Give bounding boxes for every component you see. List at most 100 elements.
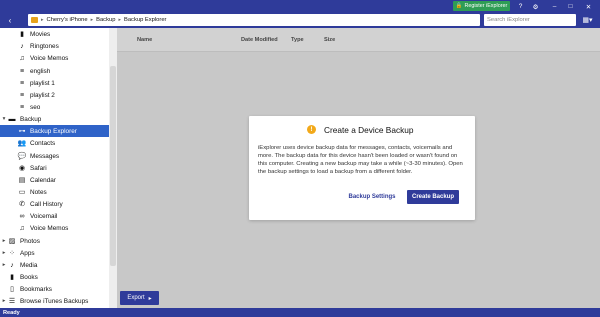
sidebar-item-voice-memos-backup[interactable]: ♫ Voice Memos — [0, 222, 109, 234]
sidebar-item-contacts[interactable]: 👥 Contacts — [0, 137, 109, 149]
chevron-right-icon: ▸ — [41, 17, 44, 23]
dialog-body: iExplorer uses device backup data for me… — [258, 145, 463, 175]
media-icon: ♪ — [10, 261, 14, 269]
notes-icon: ▭ — [18, 189, 26, 196]
chevron-right-icon: ▸ — [90, 17, 94, 23]
sidebar-item-seo[interactable]: ≡ seo — [0, 101, 109, 113]
chevron-right-icon[interactable]: ▸ — [1, 298, 7, 304]
sidebar-item-label: Voice Memos — [30, 54, 69, 62]
phone-icon: ✆ — [19, 201, 25, 208]
sidebar-item-call-history[interactable]: ✆ Call History — [0, 198, 109, 210]
sidebar-item-label: Contacts — [30, 139, 56, 147]
sidebar-item-calendar[interactable]: ▤ Calendar — [0, 174, 109, 186]
maximize-icon[interactable]: □ — [566, 2, 575, 11]
safari-icon: ◉ — [18, 165, 26, 172]
chevron-right-icon[interactable]: ▸ — [1, 238, 7, 244]
sidebar-item-bookmarks[interactable]: ▯ Bookmarks — [0, 283, 109, 295]
sidebar-item-label: Media — [20, 261, 38, 269]
breadcrumb-device[interactable]: Cherry's iPhone — [47, 17, 88, 23]
view-grid-icon[interactable]: ▦▾ — [579, 14, 596, 26]
chevron-down-icon[interactable]: ▾ — [1, 116, 7, 122]
sidebar-item-label: Backup — [20, 115, 42, 123]
playlist-icon: ≡ — [19, 79, 25, 87]
sidebar-item-backup-explorer[interactable]: ⊶ Backup Explorer — [0, 125, 109, 137]
sidebar-item-backup[interactable]: ▾ ▬ Backup — [0, 113, 109, 125]
sidebar-item-voicemail[interactable]: ∞ Voicemail — [0, 210, 109, 222]
playlist-icon: ≡ — [19, 67, 25, 75]
chevron-right-icon: ▸ — [118, 17, 121, 23]
column-header-size[interactable]: Size — [324, 37, 335, 43]
sidebar-item-photos[interactable]: ▸ ▨ Photos — [0, 235, 109, 247]
sidebar-item-label: Apps — [20, 249, 35, 257]
playlist-icon: ≡ — [19, 91, 25, 99]
status-text: Ready — [3, 309, 20, 316]
sidebar-item-movies[interactable]: ▮ Movies — [0, 28, 109, 40]
sidebar-item-label: Safari — [30, 164, 47, 172]
create-backup-button[interactable]: Create Backup — [407, 190, 459, 204]
backup-settings-button[interactable]: Backup Settings — [346, 190, 398, 204]
sidebar-item-playlist-2[interactable]: ≡ playlist 2 — [0, 89, 109, 101]
sidebar-item-label: Ringtones — [30, 42, 59, 50]
sidebar-item-label: Messages — [30, 152, 60, 160]
sidebar-item-safari[interactable]: ◉ Safari — [0, 162, 109, 174]
export-button[interactable]: Export ▸ — [120, 291, 159, 305]
sidebar-item-media[interactable]: ▸ ♪ Media — [0, 259, 109, 271]
column-header-name[interactable]: Name — [137, 37, 152, 43]
sidebar-item-notes[interactable]: ▭ Notes — [0, 186, 109, 198]
sidebar-item-ringtones[interactable]: ♪ Ringtones — [0, 40, 109, 52]
film-icon: ▮ — [20, 31, 24, 38]
chevron-right-icon[interactable]: ▸ — [1, 250, 7, 256]
sidebar-item-label: Bookmarks — [20, 285, 52, 293]
voice-icon: ♫ — [19, 224, 25, 232]
status-bar: Ready — [0, 308, 600, 317]
gear-icon[interactable]: ⚙ — [531, 2, 540, 11]
bell-icon: ♪ — [20, 42, 24, 50]
table-header: Name Date Modified Type Size — [117, 28, 600, 52]
minimize-icon[interactable]: – — [550, 2, 559, 11]
register-button[interactable]: 🔒 Register iExplorer — [453, 1, 510, 11]
column-header-date-modified[interactable]: Date Modified — [241, 37, 278, 43]
folder-icon — [31, 17, 38, 23]
sidebar-item-label: playlist 2 — [30, 91, 55, 99]
dialog-title: Create a Device Backup — [324, 125, 414, 135]
sidebar-item-label: Backup Explorer — [30, 127, 77, 135]
sidebar-item-browse-itunes-backups[interactable]: ▸ ☰ Browse iTunes Backups — [0, 295, 109, 307]
sidebar-item-playlist-1[interactable]: ≡ playlist 1 — [0, 77, 109, 89]
messages-icon: 💬 — [17, 153, 27, 160]
sidebar-item-voice-memos[interactable]: ♫ Voice Memos — [0, 52, 109, 64]
sidebar-item-english[interactable]: ≡ english — [0, 65, 109, 77]
sidebar-item-label: Notes — [30, 188, 47, 196]
sidebar-item-label: english — [30, 67, 51, 75]
title-bar: 🔒 Register iExplorer ? ⚙ – □ ✕ — [0, 0, 600, 12]
register-label: Register iExplorer — [464, 3, 508, 9]
sidebar-item-books[interactable]: ▮ Books — [0, 271, 109, 283]
help-icon[interactable]: ? — [516, 2, 525, 11]
column-header-type[interactable]: Type — [291, 37, 304, 43]
sidebar-item-label: Browse iTunes Backups — [20, 297, 89, 305]
sidebar: ▮ Movies ♪ Ringtones ♫ Voice Memos ≡ eng… — [0, 28, 117, 308]
chevron-right-icon[interactable]: ▸ — [1, 262, 7, 268]
sidebar-scrollbar-thumb[interactable] — [110, 66, 116, 266]
playlist-icon: ≡ — [19, 103, 25, 111]
photos-icon: ▨ — [8, 238, 16, 245]
chevron-right-icon: ▸ — [148, 295, 152, 302]
close-icon[interactable]: ✕ — [584, 2, 593, 11]
export-label: Export — [127, 295, 145, 301]
sidebar-item-label: Calendar — [30, 176, 56, 184]
sidebar-item-label: seo — [30, 103, 41, 111]
search-input[interactable]: Search iExplorer — [484, 14, 576, 26]
back-arrow-icon[interactable]: ‹ — [4, 14, 16, 26]
contacts-icon: 👥 — [17, 140, 27, 147]
address-bar[interactable]: ▸ Cherry's iPhone ▸ Backup ▸ Backup Expl… — [28, 14, 480, 26]
sidebar-item-label: Call History — [30, 200, 63, 208]
backups-icon: ☰ — [8, 298, 16, 305]
sidebar-item-label: Photos — [20, 237, 40, 245]
breadcrumb-backup[interactable]: Backup — [96, 17, 115, 23]
lock-icon: 🔒 — [455, 3, 463, 9]
apps-icon: ⁘ — [9, 250, 15, 257]
sidebar-item-label: Books — [20, 273, 38, 281]
breadcrumb-backup-explorer[interactable]: Backup Explorer — [124, 17, 167, 23]
voice-icon: ♫ — [19, 54, 25, 62]
sidebar-item-messages[interactable]: 💬 Messages — [0, 150, 109, 162]
sidebar-item-apps[interactable]: ▸ ⁘ Apps — [0, 247, 109, 259]
